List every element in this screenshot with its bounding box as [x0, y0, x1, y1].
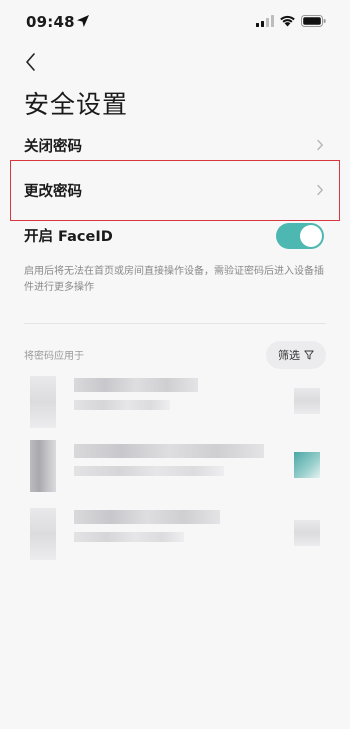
wifi-icon: [280, 15, 295, 27]
device-checkbox[interactable]: [294, 452, 320, 478]
filter-button[interactable]: 筛选: [266, 341, 326, 369]
battery-icon: [301, 15, 326, 27]
device-room-obscured: [74, 532, 184, 542]
status-bar: 09:48: [0, 0, 350, 44]
section-divider: [24, 323, 326, 324]
device-icon-obscured: [30, 376, 56, 428]
faceid-row: 开启 FaceID: [24, 222, 326, 249]
close-password-label: 关闭密码: [24, 138, 82, 155]
page-title: 安全设置: [24, 90, 129, 119]
change-password-label: 更改密码: [24, 183, 82, 200]
chevron-right-icon: [317, 139, 323, 151]
device-checkbox[interactable]: [294, 388, 320, 414]
device-room-obscured: [74, 466, 224, 476]
toggle-knob: [300, 225, 322, 247]
signal-icon: [256, 15, 274, 27]
device-name-obscured: [74, 444, 264, 458]
location-arrow-icon: [77, 15, 89, 27]
device-row[interactable]: [30, 376, 326, 428]
faceid-description: 启用后将无法在首页或房间直接操作设备，需验证密码后进入设备插件进行更多操作: [24, 266, 324, 293]
device-icon-obscured: [30, 440, 56, 492]
faceid-label: 开启 FaceID: [24, 228, 113, 245]
device-room-obscured: [74, 400, 170, 410]
device-checkbox[interactable]: [294, 520, 320, 546]
device-icon-obscured: [30, 508, 56, 560]
apply-section-label: 将密码应用于: [24, 351, 84, 362]
device-name-obscured: [74, 378, 198, 392]
filter-label: 筛选: [278, 349, 300, 362]
back-chevron-icon[interactable]: [22, 51, 40, 73]
device-row[interactable]: [30, 440, 326, 492]
status-time: 09:48: [26, 13, 75, 31]
device-name-obscured: [74, 510, 220, 524]
chevron-right-icon: [317, 184, 323, 196]
funnel-icon: [304, 350, 314, 360]
close-password-row[interactable]: 关闭密码: [24, 134, 326, 156]
device-row[interactable]: [30, 508, 326, 560]
faceid-toggle[interactable]: [276, 223, 324, 249]
change-password-row[interactable]: 更改密码: [24, 178, 326, 202]
